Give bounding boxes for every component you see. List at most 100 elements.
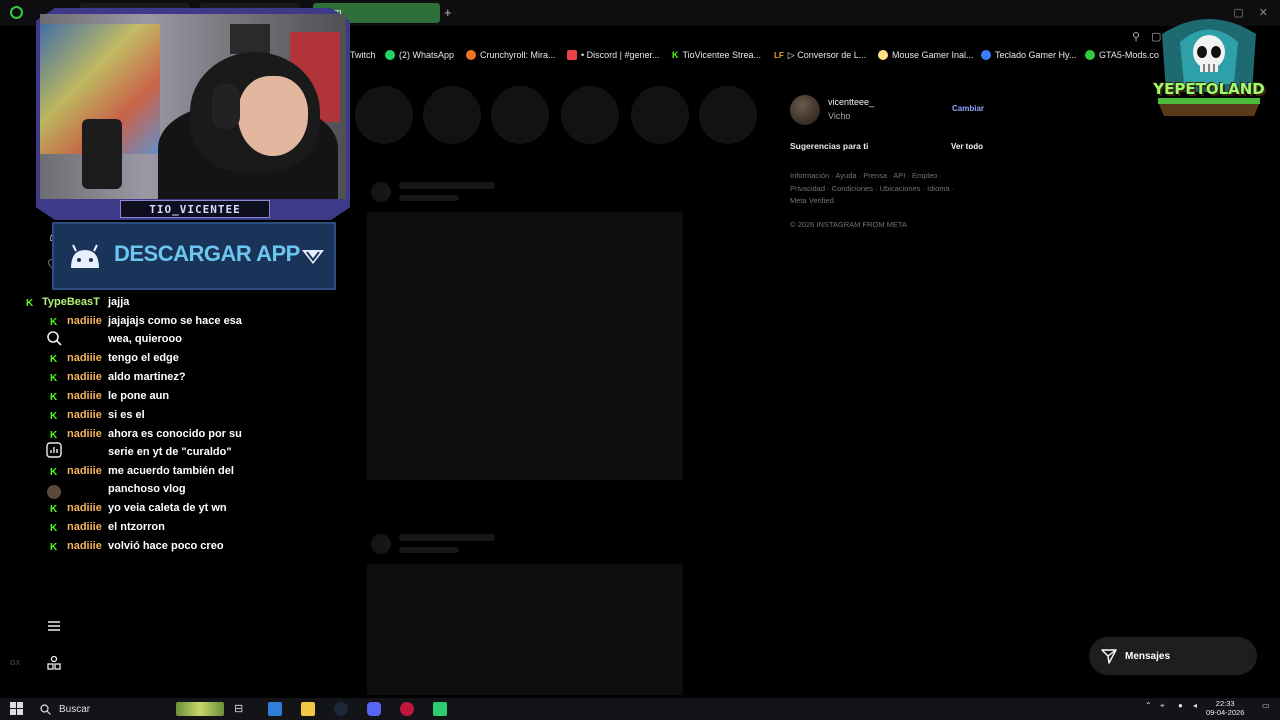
see-all-link[interactable]: Ver todo [951,142,983,151]
android-icon [71,244,99,268]
bookmark-mouse[interactable]: Mouse Gamer Inal... [878,50,974,60]
kick-badge-icon: K [26,298,34,309]
chat-username[interactable]: nadiiie [67,390,102,402]
opera-gx-icon[interactable] [400,702,414,716]
search-icon[interactable] [44,330,64,350]
kick-badge-icon: K [50,411,58,422]
kick-badge-icon: K [50,467,58,478]
taskbar-search[interactable]: Buscar [36,701,166,717]
network-icon[interactable]: ⌖ [1160,701,1165,711]
kick-badge-icon: K [50,317,58,328]
search-label: Buscar [59,703,91,715]
microphone [82,119,122,189]
chat-message-text: me acuerdo también del [108,465,234,477]
chat-username[interactable]: nadiiie [67,315,102,327]
post-header-skeleton [399,195,459,201]
chat-message-text: yo veia caleta de yt wn [108,502,227,514]
account-full-name: Vicho [828,111,851,121]
post-header-skeleton [399,547,459,553]
story-placeholder[interactable] [561,86,619,144]
send-icon [1101,649,1117,664]
chat-message-text: volvió hace poco creo [108,540,224,552]
wall-frame [230,24,270,54]
chat-username[interactable]: TypeBeasT [42,296,100,308]
chat-username[interactable]: nadiiie [67,502,102,514]
bookmark-kick[interactable]: K TioVicentee Strea... [672,50,761,60]
story-placeholder[interactable] [491,86,549,144]
profile-avatar[interactable] [44,483,64,503]
tray-chevron-icon[interactable]: ⌃ [1145,701,1152,710]
post-avatar-skeleton [371,534,391,554]
cam-name-label: TIO_VICENTEE [120,200,270,218]
chat-username[interactable]: nadiiie [67,540,102,552]
microsoft-store-icon[interactable] [268,702,282,716]
chat-message-text: ahora es conocido por su [108,428,242,440]
task-view-icon[interactable]: ⊟ [234,702,248,716]
post-avatar-skeleton [371,182,391,202]
chat-message-text: panchoso vlog [108,483,186,495]
download-app-label: DESCARGAR APP [114,241,300,266]
story-placeholder[interactable] [631,86,689,144]
kick-badge-icon: K [50,542,58,553]
post-skeleton [367,564,683,695]
pin-icon[interactable]: ⚲ [1132,30,1140,43]
bookmark-gta5mods[interactable]: GTA5-Mods.co [1085,50,1159,60]
bookmark-twitch[interactable]: Twitch [350,50,376,60]
chat-message-text: aldo martinez? [108,371,186,383]
file-explorer-icon[interactable] [301,702,315,716]
headphones [212,84,240,129]
chat-username[interactable]: nadiiie [67,352,102,364]
footer-links[interactable]: Información · Ayuda · Prensa · API · Emp… [790,170,970,208]
post-header-skeleton [399,182,495,189]
chat-username[interactable]: nadiiie [67,371,102,383]
weather-widget-icon[interactable] [176,702,224,716]
whatsapp-icon [385,50,395,60]
lf-icon: LF [774,51,784,60]
chat-username[interactable]: nadiiie [67,428,102,440]
kick-badge-icon: K [50,373,58,384]
taskbar-clock[interactable]: 22:33 09-04-2026 [1206,699,1244,717]
apps-icon[interactable] [44,655,64,675]
story-placeholder[interactable] [699,86,757,144]
chat-username[interactable]: nadiiie [67,409,102,421]
bookmark-keyboard[interactable]: Teclado Gamer Hy... [981,50,1076,60]
bookmark-crunchyroll[interactable]: Crunchyroll: Mira... [466,50,556,60]
post-header-skeleton [399,534,495,541]
bookmark-discord[interactable]: • Discord | #gener... [567,50,660,60]
gta5mods-icon [1085,50,1095,60]
windows-start-icon[interactable] [10,702,24,716]
search-icon [40,703,51,715]
chat-message-text: jajja [108,296,130,308]
bookmark-converter[interactable]: LF ▷ Conversor de L... [774,50,866,61]
new-tab-button[interactable]: + [444,5,452,20]
chat-message-text: le pone aun [108,390,170,402]
story-placeholder[interactable] [355,86,413,144]
account-avatar[interactable] [790,95,820,125]
opera-gx-logo-icon[interactable] [10,6,23,19]
app-icon[interactable] [433,702,447,716]
chevron-down-icon [302,250,324,264]
story-placeholder[interactable] [423,86,481,144]
microphone-icon[interactable]: ● [1178,701,1183,710]
dashboard-icon[interactable] [44,442,64,462]
shop-icon [878,50,888,60]
discord-icon[interactable] [367,702,381,716]
bookmark-whatsapp[interactable]: (2) WhatsApp [385,50,454,60]
download-app-banner[interactable]: DESCARGAR APP [52,222,336,290]
instagram-feed [355,70,795,695]
messages-button[interactable]: Mensajes [1089,637,1257,675]
kick-badge-icon: K [50,504,58,515]
gx-sidebar-label: GX [10,660,21,667]
volume-icon[interactable]: ◂ [1193,701,1197,710]
steam-icon[interactable] [334,702,348,716]
chat-username[interactable]: nadiiie [67,465,102,477]
chat-message-text: wea, quierooo [108,333,182,345]
notifications-icon[interactable]: ▭ [1262,701,1270,710]
chat-username[interactable]: nadiiie [67,521,102,533]
switch-account-link[interactable]: Cambiar [952,104,984,113]
screen: Cuál fue la sic gram + ▢ ✕ ⚲ ▢ Twitch (2… [0,0,1280,720]
menu-icon[interactable] [44,618,64,638]
kick-badge-icon: K [50,430,58,441]
skull-icon [1158,19,1260,116]
account-username[interactable]: vicentteee_ [828,97,874,107]
